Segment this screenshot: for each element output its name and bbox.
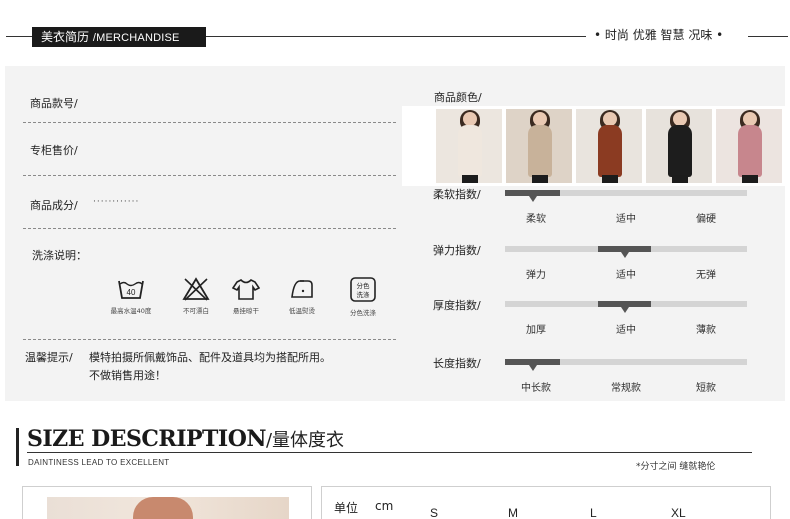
size-title-en: SIZE DESCRIPTION xyxy=(27,426,266,452)
header-rule-middle xyxy=(206,36,586,37)
index-pointer xyxy=(528,365,537,371)
svg-text:40: 40 xyxy=(127,288,136,297)
model-legs xyxy=(672,175,688,183)
model-legs xyxy=(602,175,618,183)
sweater-shape xyxy=(738,125,762,177)
model-photo xyxy=(22,486,312,519)
sweater-shape xyxy=(598,125,622,177)
svg-text:分色: 分色 xyxy=(357,281,371,290)
item-no-label: 商品款号/ xyxy=(30,97,78,110)
sweater-shape xyxy=(528,125,552,177)
size-s: S xyxy=(430,506,439,519)
notice-line-2: 不做销售用途！ xyxy=(89,369,166,382)
composition-value: ············ xyxy=(93,197,140,207)
unit-value: cm xyxy=(375,499,394,513)
header-rule-right xyxy=(748,36,788,37)
wash-40-icon: 40 xyxy=(118,280,144,299)
index-pointer xyxy=(528,196,537,202)
svg-text:洗涤: 洗涤 xyxy=(357,290,371,299)
divider xyxy=(23,175,396,176)
model-head xyxy=(533,112,547,126)
index-bar xyxy=(505,190,747,196)
sweater-shape xyxy=(668,125,692,177)
index-option: 偏硬 xyxy=(696,214,716,225)
model-head xyxy=(743,112,757,126)
size-l: L xyxy=(590,506,597,519)
color-swatch-black[interactable] xyxy=(646,109,712,183)
hang-dry-caption: 悬挂晾干 xyxy=(233,307,259,315)
merchandise-tag-cn: 美衣简历 xyxy=(41,30,90,44)
size-note: *分寸之间 缝就艳伦 xyxy=(636,462,716,472)
size-title-cn: /量体度衣 xyxy=(265,430,345,451)
merchandise-tag-en: /MERCHANDISE xyxy=(92,32,180,44)
header-slogan: • 时尚 优雅 智慧 况味 • xyxy=(594,28,724,42)
size-xl: XL xyxy=(671,506,686,519)
index-option: 弹力 xyxy=(526,270,546,281)
divider xyxy=(23,122,396,123)
model-head xyxy=(603,112,617,126)
composition-label: 商品成分/ xyxy=(30,199,78,212)
index-pointer xyxy=(620,307,629,313)
index-pointer xyxy=(620,252,629,258)
divider xyxy=(23,228,396,229)
index-option: 适中 xyxy=(616,270,636,281)
model-head xyxy=(463,112,477,126)
index-option: 适中 xyxy=(616,325,636,336)
index-option: 柔软 xyxy=(526,214,546,225)
wash-40-caption: 最高水温40度 xyxy=(110,307,152,315)
divider xyxy=(23,339,396,340)
color-swatch-pink[interactable] xyxy=(716,109,782,183)
wash-separately-caption: 分色洗涤 xyxy=(350,309,376,317)
model-legs xyxy=(742,175,758,183)
index-label: 柔软指数/ xyxy=(433,188,481,201)
model-legs xyxy=(462,175,478,183)
index-option: 加厚 xyxy=(526,325,546,336)
size-title-rule xyxy=(27,452,752,453)
model-legs xyxy=(532,175,548,183)
wash-separately-icon: 分色 洗涤 xyxy=(350,277,376,302)
size-section-marker xyxy=(16,428,19,466)
notice-line-1: 模特拍摄所佩戴饰品、配件及道具均为搭配所用。 xyxy=(89,351,331,364)
merchandise-tag: 美衣简历 /MERCHANDISE xyxy=(32,27,206,47)
index-option: 适中 xyxy=(616,214,636,225)
low-iron-item: 低温熨烫 xyxy=(272,277,332,315)
size-subtitle: DAINTINESS LEAD TO EXCELLENT xyxy=(28,458,170,467)
wash-40-item: 40 最高水温40度 xyxy=(101,277,161,315)
index-label: 长度指数/ xyxy=(433,357,481,370)
hang-dry-icon xyxy=(232,279,260,300)
color-swatch-rust[interactable] xyxy=(576,109,642,183)
sweater-shape xyxy=(458,125,482,177)
low-iron-caption: 低温熨烫 xyxy=(289,307,315,315)
index-option: 薄款 xyxy=(696,325,716,336)
notice-label: 温馨提示/ xyxy=(25,351,73,364)
index-label: 弹力指数/ xyxy=(433,244,481,257)
color-swatch-khaki[interactable] xyxy=(506,109,572,183)
size-m: M xyxy=(508,506,518,519)
no-bleach-icon xyxy=(182,277,210,301)
wash-label: 洗涤说明： xyxy=(32,249,87,262)
color-swatch-white[interactable] xyxy=(436,109,502,183)
index-option: 短款 xyxy=(696,383,716,394)
index-bar xyxy=(505,359,747,365)
index-option: 中长款 xyxy=(521,383,551,394)
color-label: 商品颜色/ xyxy=(434,91,482,104)
size-title: SIZE DESCRIPTION/量体度衣 xyxy=(27,426,344,452)
hang-dry-item: 悬挂晾干 xyxy=(216,277,276,315)
index-option: 常规款 xyxy=(611,383,641,394)
price-label: 专柜售价/ xyxy=(30,144,78,157)
wash-separately-item: 分色 洗涤 分色洗涤 xyxy=(333,277,393,317)
size-table: 单位 cm S M L XL xyxy=(321,486,771,519)
index-label: 厚度指数/ xyxy=(433,299,481,312)
model-figure xyxy=(133,497,193,519)
model-head xyxy=(673,112,687,126)
low-iron-icon xyxy=(291,280,313,298)
unit-label: 单位 xyxy=(334,501,359,515)
header-rule-left xyxy=(6,36,34,37)
index-option: 无弹 xyxy=(696,270,716,281)
